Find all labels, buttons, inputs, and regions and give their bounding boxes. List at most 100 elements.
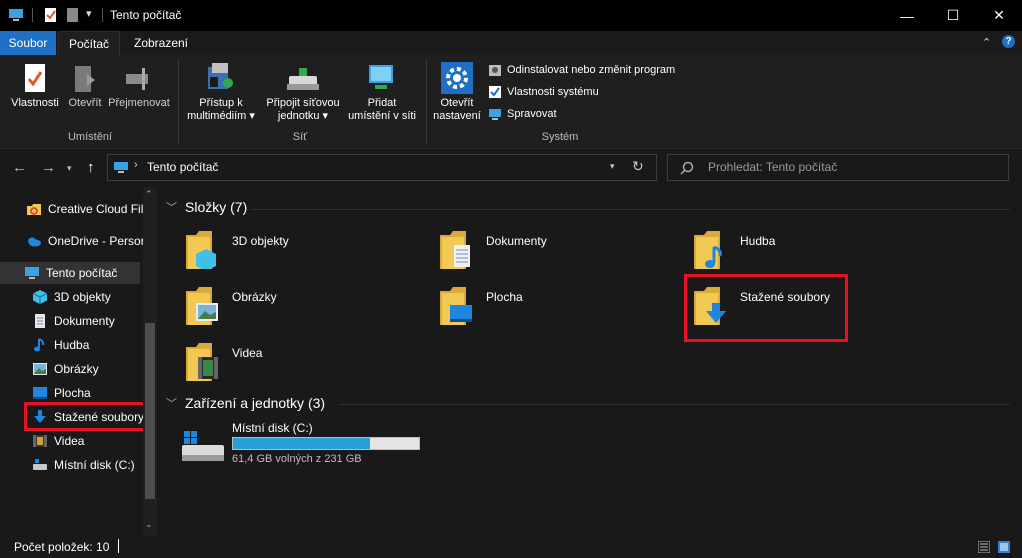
search-input[interactable]: Prohledat: Tento počítač <box>667 154 1009 181</box>
vlastnosti-systemu-label: Vlastnosti systému <box>507 86 599 98</box>
nav-item-3d-objekty[interactable]: 3D objekty <box>32 287 111 307</box>
nav-item-dokumenty[interactable]: Dokumenty <box>32 311 115 331</box>
creative-cloud-icon <box>27 204 41 215</box>
pridat-label-line1: Přidat <box>367 97 397 109</box>
nav-scrollbar-thumb[interactable] <box>145 323 155 499</box>
add-network-location-icon <box>369 65 393 89</box>
nav-label: Creative Cloud Fil <box>48 202 144 216</box>
uninstall-program-icon <box>489 65 501 76</box>
tab-pocitac[interactable]: Počítač <box>58 31 120 55</box>
nav-label: Tento počítač <box>46 266 118 280</box>
recent-locations-chevron-icon[interactable]: ▾ <box>67 163 72 174</box>
properties-quick-icon[interactable] <box>43 8 59 22</box>
nav-label: Hudba <box>54 338 90 352</box>
minimize-button[interactable]: — <box>884 0 930 31</box>
tab-zobrazeni[interactable]: Zobrazení <box>124 31 198 55</box>
status-separator <box>118 539 119 553</box>
nav-item-mistni-disk[interactable]: Místní disk (C:) <box>32 455 135 475</box>
breadcrumb-tento-pocitac[interactable]: Tento počítač <box>147 160 218 174</box>
close-button[interactable]: ✕ <box>976 0 1022 31</box>
nav-item-hudba[interactable]: Hudba <box>32 335 89 355</box>
folder-music-icon <box>694 231 722 269</box>
nav-item-creative-cloud[interactable]: Creative Cloud Fil <box>26 199 143 219</box>
nav-scrollbar[interactable]: ⌃ ⌄ <box>143 187 157 536</box>
ribbon: Vlastnosti Otevřít Přejmenovat Umístění … <box>0 55 1022 149</box>
address-dropdown-icon[interactable]: ▾ <box>610 161 615 172</box>
group-title: Zařízení a jednotky (3) <box>185 395 326 411</box>
folder-videos-icon <box>186 343 218 381</box>
nav-label: Obrázky <box>54 362 99 376</box>
nav-item-onedrive[interactable]: OneDrive - Persor <box>26 231 145 251</box>
otevrit-icon <box>75 66 95 92</box>
nav-item-tento-pocitac[interactable]: Tento počítač <box>24 263 117 283</box>
hard-drive-icon <box>33 459 47 470</box>
customize-toolbar-icon[interactable]: ▾ <box>86 7 92 20</box>
up-arrow-icon[interactable]: ↑ <box>87 159 95 176</box>
desktop-icon <box>33 387 47 399</box>
group-system-label: Systém <box>541 131 579 143</box>
drive-name: Místní disk (C:) <box>232 421 313 435</box>
back-arrow-icon[interactable]: ← <box>12 159 27 176</box>
collapse-chevron-icon[interactable]: ﹀ <box>166 199 177 215</box>
tab-soubor[interactable]: Soubor <box>0 31 56 55</box>
maximize-button[interactable]: ☐ <box>930 0 976 31</box>
folder-label: Plocha <box>486 290 523 304</box>
collapse-ribbon-icon[interactable]: ⌃ <box>982 36 991 49</box>
nav-label: Místní disk (C:) <box>54 458 135 472</box>
collapse-chevron-icon[interactable]: ﹀ <box>166 395 177 411</box>
spravovat-button[interactable]: Spravovat <box>488 107 557 121</box>
music-note-icon <box>34 338 45 352</box>
breadcrumb-separator-icon: › <box>134 159 138 171</box>
otevrit-nastaveni-button[interactable]: Otevřít nastavení <box>428 97 486 123</box>
map-drive-button[interactable]: Připojit síťovou jednotku ▾ <box>258 97 348 123</box>
otevrit-button[interactable]: Otevřít <box>64 97 106 110</box>
odinstalovat-label: Odinstalovat nebo změnit program <box>507 64 676 76</box>
multimedia-button[interactable]: Přístup k multimédiím ▾ <box>184 97 258 123</box>
ribbon-tabs: Soubor Počítač Zobrazení ⌃ ? <box>0 31 1022 55</box>
group-header-slozky[interactable]: ﹀ Složky (7) <box>166 199 247 215</box>
prejmenovat-button[interactable]: Přejmenovat <box>104 97 174 110</box>
new-folder-quick-icon[interactable] <box>65 8 81 22</box>
nav-item-videa[interactable]: Videa <box>32 431 84 451</box>
drive-free-space: 61,4 GB volných z 231 GB <box>232 453 362 465</box>
address-row: ← → ▾ ↑ › Tento počítač ▾ ↻ Prohledat: T… <box>0 149 1022 187</box>
hard-drive-windows-icon <box>182 431 224 461</box>
onedrive-cloud-icon <box>28 237 41 247</box>
large-icons-view-icon[interactable] <box>998 541 1010 553</box>
vlastnosti-icon <box>25 64 45 92</box>
forward-arrow-icon[interactable]: → <box>41 159 56 176</box>
multimedia-label-line1: Přístup k <box>199 97 243 109</box>
scroll-up-arrow-icon[interactable]: ⌃ <box>145 189 153 200</box>
help-icon[interactable]: ? <box>1002 35 1015 48</box>
group-divider <box>250 209 1010 210</box>
ribbon-separator <box>426 59 427 143</box>
folder-label: Obrázky <box>232 290 277 304</box>
nav-item-plocha[interactable]: Plocha <box>32 383 91 403</box>
group-header-zarizeni[interactable]: ﹀ Zařízení a jednotky (3) <box>166 395 325 411</box>
content-pane: ﹀ Složky (7) 3D objekty Dokumenty Hudba … <box>160 187 1020 536</box>
this-pc-icon <box>114 162 128 173</box>
nastaveni-label-line1: Otevřít <box>440 97 474 109</box>
this-pc-icon[interactable] <box>8 8 24 22</box>
item-count: Počet položek: 10 <box>14 540 110 554</box>
details-view-icon[interactable] <box>978 541 990 553</box>
search-icon <box>680 161 694 175</box>
odinstalovat-button[interactable]: Odinstalovat nebo změnit program <box>488 63 675 77</box>
title-bar: ▾ Tento počítač — ☐ ✕ <box>0 0 1022 31</box>
refresh-icon[interactable]: ↻ <box>632 158 644 175</box>
vlastnosti-button[interactable]: Vlastnosti <box>4 97 66 110</box>
add-network-location-button[interactable]: Přidat umístění v síti <box>342 97 422 123</box>
scroll-down-arrow-icon[interactable]: ⌄ <box>145 519 153 530</box>
highlight-box-stazene-tile <box>684 274 848 342</box>
this-pc-icon <box>25 267 39 279</box>
group-umisteni-label: Umístění <box>67 131 112 143</box>
group-title: Složky (7) <box>185 199 248 215</box>
folder-label: 3D objekty <box>232 234 289 248</box>
nav-label: OneDrive - Persor <box>48 234 145 248</box>
nav-item-obrazky[interactable]: Obrázky <box>32 359 99 379</box>
vlastnosti-systemu-button[interactable]: Vlastnosti systému <box>488 85 599 99</box>
folder-documents-icon <box>440 231 470 269</box>
manage-computer-icon <box>489 109 501 120</box>
address-bar[interactable]: › Tento počítač ▾ ↻ <box>107 154 657 181</box>
folder-desktop-icon <box>440 287 472 325</box>
